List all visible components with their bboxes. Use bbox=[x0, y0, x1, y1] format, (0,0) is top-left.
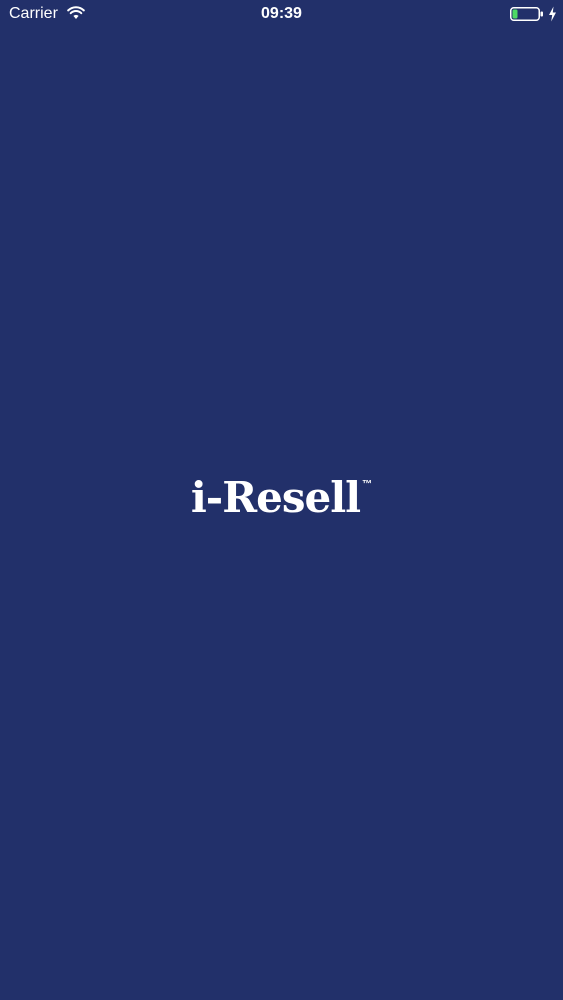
battery-level-fill bbox=[512, 9, 518, 19]
splash-screen: Carrier 09:39 i-Resell ™ bbox=[0, 0, 563, 1000]
status-time: 09:39 bbox=[261, 5, 302, 22]
trademark-symbol: ™ bbox=[362, 479, 373, 490]
app-logo: i-Resell ™ bbox=[0, 474, 563, 522]
charging-icon bbox=[549, 6, 556, 22]
logo-text: i-Resell bbox=[190, 473, 361, 522]
status-bar: Carrier 09:39 bbox=[0, 0, 563, 28]
battery-icon bbox=[510, 7, 543, 21]
